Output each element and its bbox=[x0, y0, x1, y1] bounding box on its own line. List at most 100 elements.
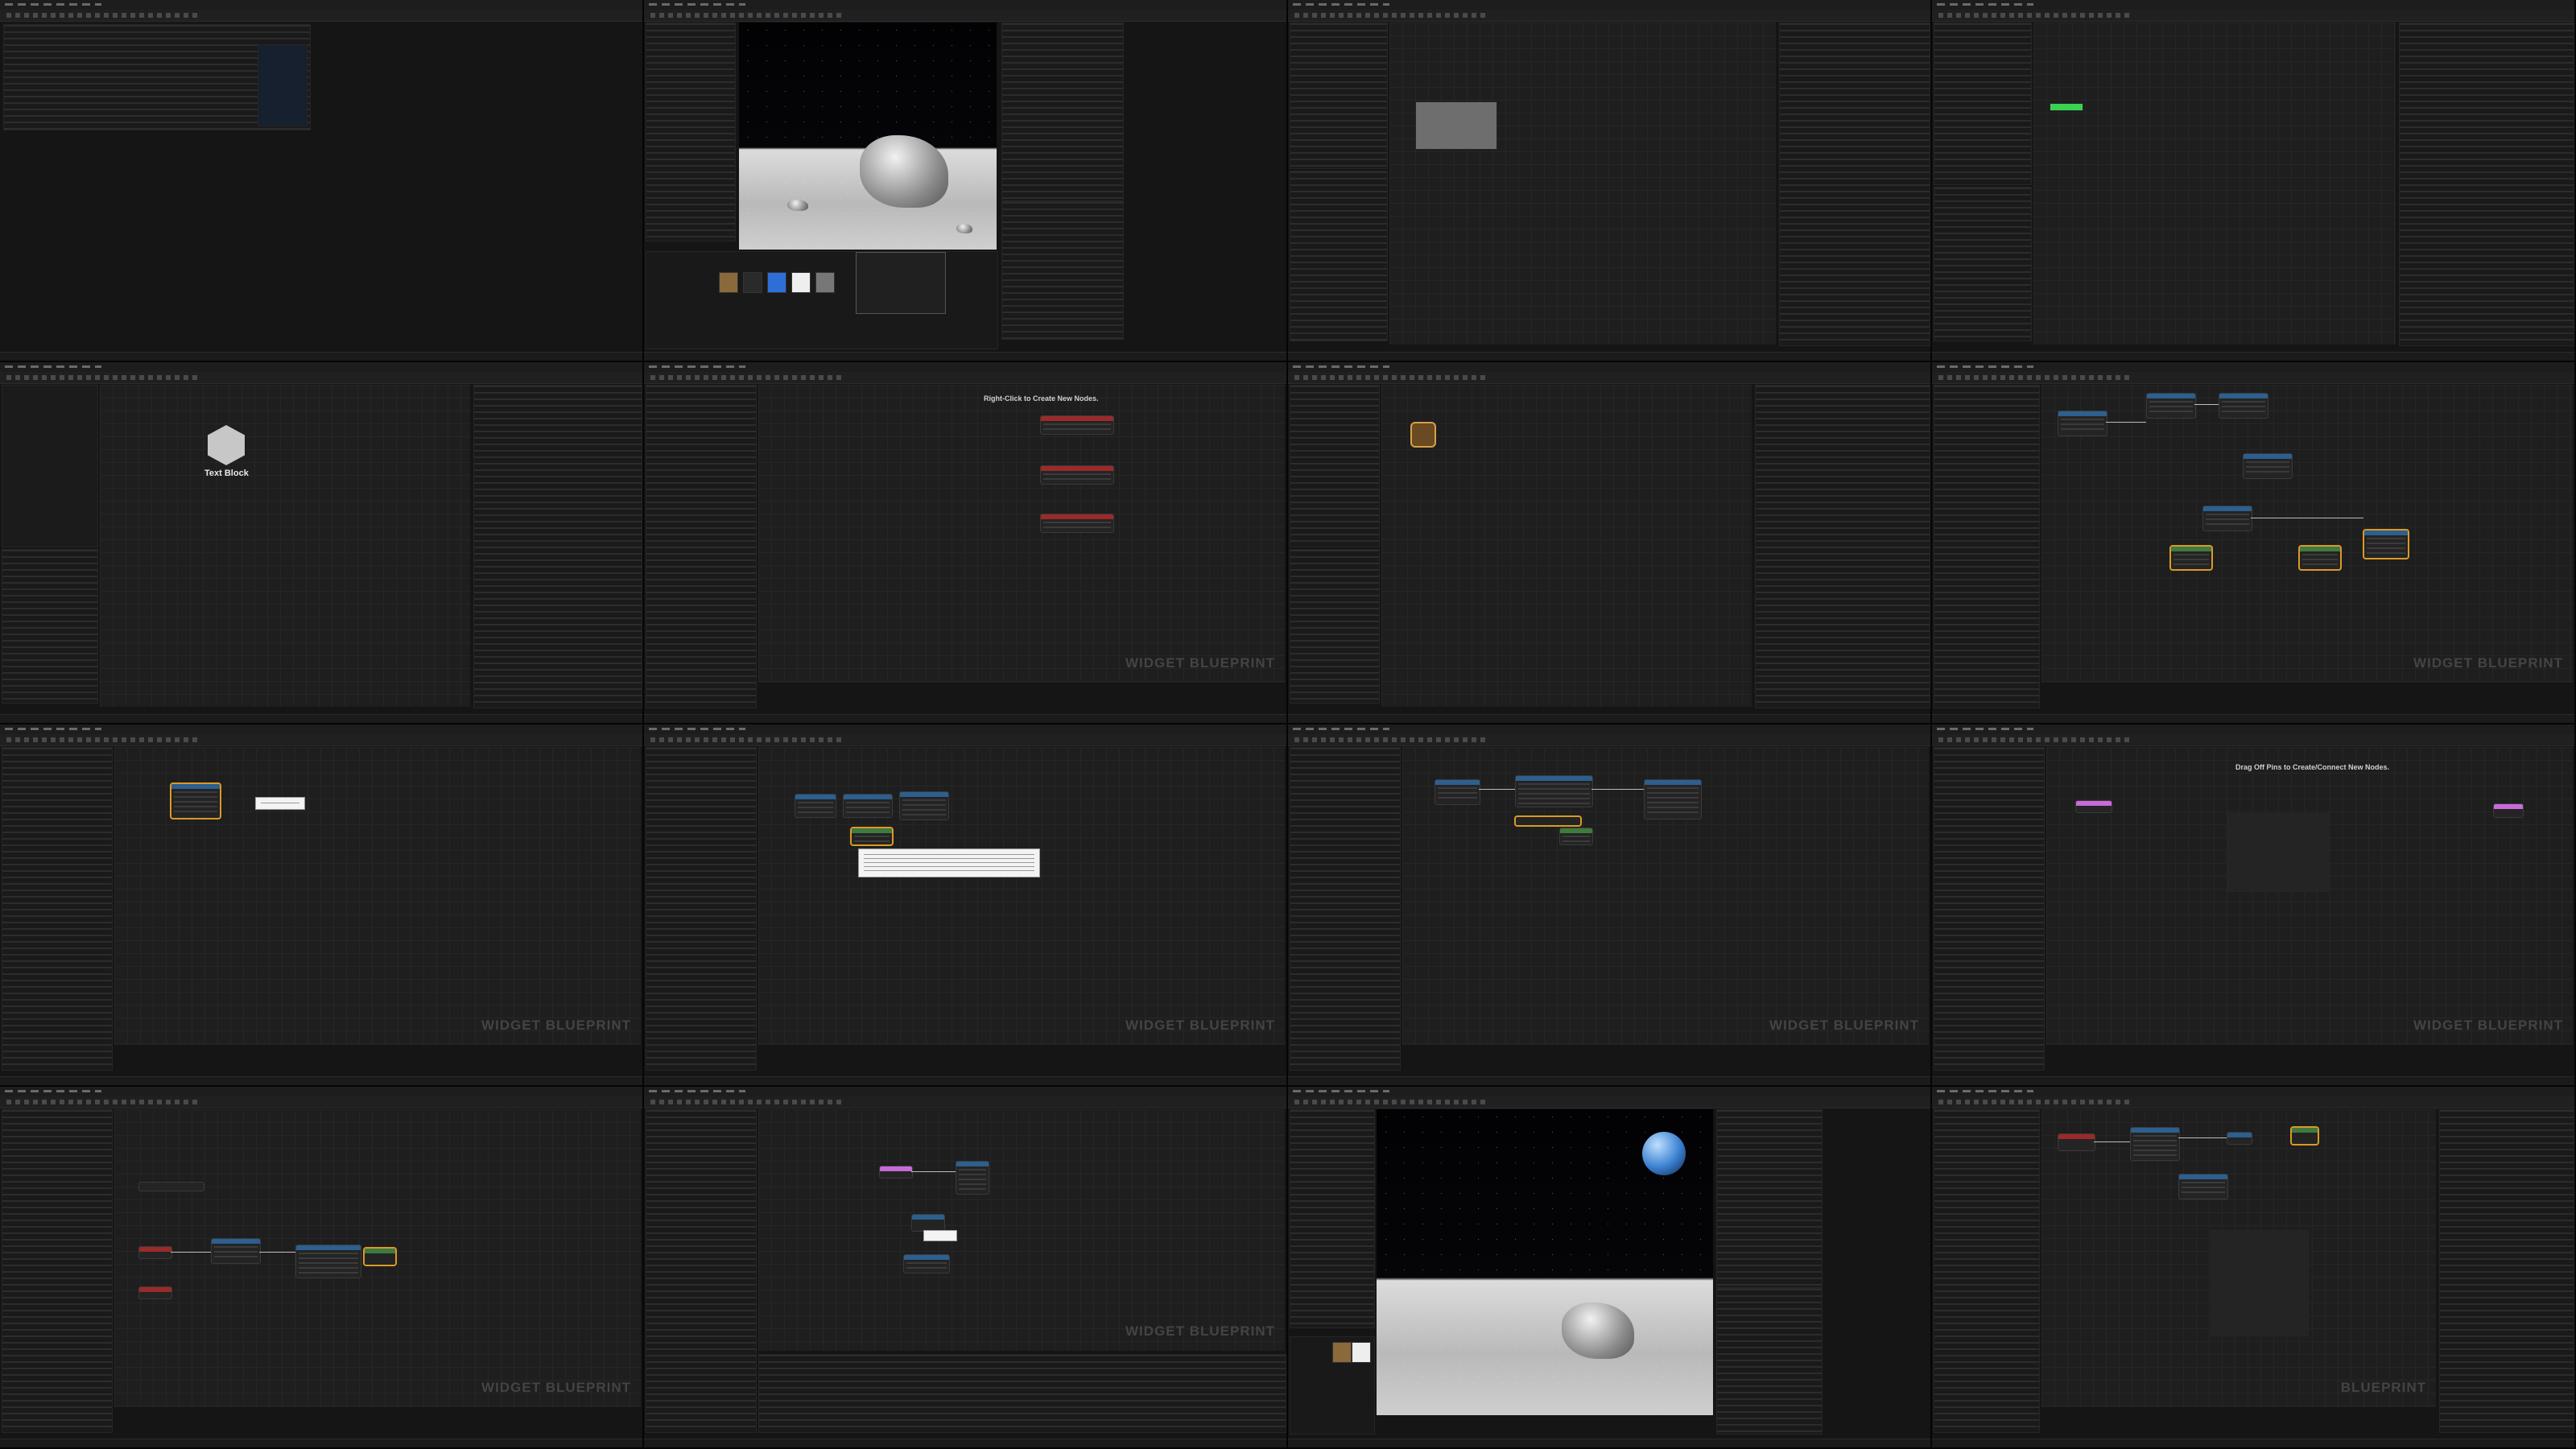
function-node[interactable] bbox=[2227, 1132, 2252, 1145]
hierarchy-panel[interactable] bbox=[1290, 549, 1380, 704]
palette-panel[interactable] bbox=[1934, 23, 2032, 185]
event-graph[interactable]: WIDGET BLUEPRINT bbox=[758, 1109, 1285, 1351]
selected-node[interactable] bbox=[171, 783, 221, 819]
function-node[interactable] bbox=[211, 1238, 261, 1264]
hierarchy-panel[interactable] bbox=[1290, 171, 1388, 341]
palette-panel[interactable] bbox=[2, 385, 98, 547]
toolbar[interactable] bbox=[0, 372, 642, 384]
toolbar[interactable] bbox=[1288, 734, 1930, 746]
selected-node[interactable] bbox=[2363, 530, 2409, 559]
details-panel[interactable] bbox=[2399, 23, 2574, 346]
event-node[interactable] bbox=[2058, 411, 2107, 436]
toolbar[interactable] bbox=[0, 734, 642, 746]
text-block-icon[interactable] bbox=[208, 425, 245, 465]
event-node[interactable] bbox=[138, 1246, 172, 1259]
designer-canvas[interactable] bbox=[2033, 23, 2396, 345]
toolbar[interactable] bbox=[1932, 372, 2574, 384]
node-context-menu[interactable] bbox=[2227, 813, 2329, 892]
toolbar[interactable] bbox=[1932, 1096, 2574, 1108]
my-blueprint-panel[interactable] bbox=[1290, 747, 1401, 1071]
designer-canvas[interactable]: Text Block bbox=[100, 385, 470, 707]
toolbar[interactable] bbox=[1288, 10, 1930, 22]
toolbar[interactable] bbox=[644, 10, 1286, 22]
function-node[interactable] bbox=[903, 1254, 950, 1274]
palette-panel[interactable] bbox=[1290, 385, 1380, 547]
toolbar[interactable] bbox=[644, 1096, 1286, 1108]
outliner-panel[interactable] bbox=[1716, 1109, 1823, 1288]
my-blueprint-panel[interactable] bbox=[2, 747, 113, 1071]
event-node[interactable] bbox=[795, 794, 836, 818]
designer-canvas[interactable] bbox=[1381, 385, 1752, 707]
comment-node[interactable] bbox=[1040, 465, 1114, 485]
toolbar[interactable] bbox=[0, 1096, 642, 1108]
my-blueprint-panel[interactable] bbox=[646, 385, 757, 708]
event-graph[interactable]: BLUEPRINT bbox=[2041, 1109, 2436, 1407]
compiler-results-log[interactable] bbox=[758, 1354, 1286, 1433]
function-node[interactable] bbox=[911, 1214, 945, 1232]
my-blueprint-panel[interactable] bbox=[1934, 747, 2045, 1071]
function-node[interactable] bbox=[295, 1245, 361, 1278]
toolbar[interactable] bbox=[1288, 372, 1930, 384]
comment-node[interactable] bbox=[138, 1182, 204, 1191]
custom-event-node[interactable] bbox=[2493, 803, 2524, 818]
function-node[interactable] bbox=[2178, 1174, 2228, 1199]
custom-event-node[interactable] bbox=[2075, 800, 2112, 813]
toolbar[interactable] bbox=[1288, 1096, 1930, 1108]
components-panel[interactable] bbox=[1934, 1109, 2040, 1433]
details-panel[interactable] bbox=[1716, 1288, 1823, 1435]
custom-event-node[interactable] bbox=[879, 1166, 913, 1179]
selected-node[interactable] bbox=[2170, 546, 2212, 570]
toolbar[interactable] bbox=[0, 10, 642, 22]
function-node[interactable] bbox=[956, 1161, 989, 1195]
asset-thumbnail[interactable] bbox=[1352, 1342, 1371, 1363]
text-block-widget[interactable] bbox=[2050, 103, 2083, 111]
selected-node[interactable] bbox=[364, 1248, 396, 1265]
function-node[interactable] bbox=[2130, 1127, 2180, 1161]
asset-thumbnail[interactable] bbox=[791, 272, 811, 293]
asset-thumbnail[interactable] bbox=[743, 272, 762, 293]
details-panel[interactable] bbox=[1001, 201, 1124, 340]
event-graph[interactable]: Drag Off Pins to Create/Connect New Node… bbox=[2046, 747, 2573, 1045]
toolbar[interactable] bbox=[644, 372, 1286, 384]
asset-thumbnail[interactable] bbox=[719, 272, 738, 293]
image-icon[interactable] bbox=[1410, 422, 1436, 448]
my-blueprint-panel[interactable] bbox=[646, 1109, 757, 1433]
image-widget[interactable] bbox=[1415, 101, 1497, 150]
place-actors-panel[interactable] bbox=[1290, 1109, 1375, 1328]
pure-node[interactable] bbox=[1559, 828, 1593, 845]
function-node[interactable] bbox=[1515, 775, 1593, 807]
details-panel[interactable] bbox=[473, 385, 642, 708]
asset-thumbnail[interactable] bbox=[815, 272, 835, 293]
node-action-menu[interactable] bbox=[2211, 1230, 2309, 1336]
my-blueprint-panel[interactable] bbox=[646, 747, 757, 1071]
toolbar[interactable] bbox=[1932, 10, 2574, 22]
function-node[interactable] bbox=[2202, 506, 2252, 531]
selected-node[interactable] bbox=[1515, 816, 1581, 826]
outliner-panel[interactable] bbox=[1001, 23, 1124, 201]
function-node[interactable] bbox=[2146, 393, 2196, 419]
event-graph[interactable]: Right-Click to Create New Nodes. WIDGET … bbox=[758, 385, 1285, 683]
event-graph[interactable]: WIDGET BLUEPRINT bbox=[758, 747, 1285, 1045]
hierarchy-panel[interactable] bbox=[1934, 187, 2032, 341]
toolbar[interactable] bbox=[644, 734, 1286, 746]
asset-thumbnail-selected[interactable] bbox=[767, 272, 786, 293]
selected-node[interactable] bbox=[2291, 1127, 2318, 1145]
level-viewport[interactable] bbox=[1377, 1109, 1713, 1415]
function-node[interactable] bbox=[899, 791, 949, 820]
event-node[interactable] bbox=[138, 1286, 172, 1299]
details-panel[interactable] bbox=[1779, 23, 1930, 346]
place-actors-panel[interactable] bbox=[646, 23, 736, 242]
selected-node[interactable] bbox=[2299, 546, 2341, 570]
comment-node[interactable] bbox=[1040, 514, 1114, 533]
content-browser[interactable] bbox=[646, 251, 998, 349]
event-node[interactable] bbox=[2058, 1133, 2095, 1151]
event-graph[interactable]: WIDGET BLUEPRINT bbox=[2041, 385, 2573, 683]
comment-node[interactable] bbox=[1040, 415, 1114, 435]
event-graph[interactable]: WIDGET BLUEPRINT bbox=[114, 747, 641, 1045]
my-blueprint-panel[interactable] bbox=[2, 1109, 113, 1433]
content-browser[interactable] bbox=[1290, 1336, 1375, 1435]
palette-panel[interactable] bbox=[1290, 23, 1388, 169]
details-panel[interactable] bbox=[1755, 385, 1930, 708]
function-node[interactable] bbox=[2219, 393, 2268, 419]
event-graph[interactable]: WIDGET BLUEPRINT bbox=[114, 1109, 641, 1407]
